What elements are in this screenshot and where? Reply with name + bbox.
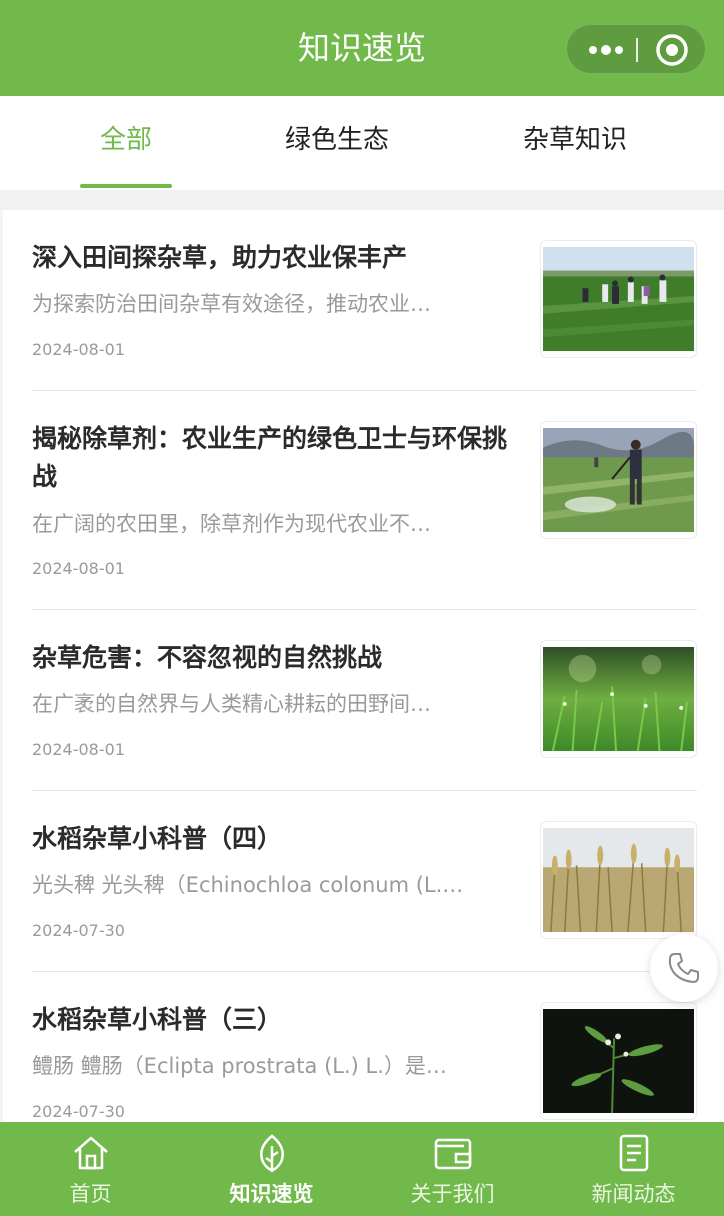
article-item[interactable]: 揭秘除草剂：农业生产的绿色卫士与环保挑战 在广阔的农田里，除草剂作为现代农业不…… — [32, 391, 697, 610]
article-date: 2024-07-30 — [32, 921, 125, 940]
close-miniprogram-icon[interactable] — [655, 33, 689, 67]
article-item[interactable]: 杂草危害：不容忽视的自然挑战 在广袤的自然界与人类精心耕耘的田野间… 2024-… — [32, 610, 697, 791]
bottom-tabbar: 首页 知识速览 关于我们 新闻动态 — [0, 1122, 724, 1216]
article-thumbnail — [540, 240, 697, 358]
article-date: 2024-08-01 — [32, 559, 125, 578]
home-icon — [74, 1136, 108, 1170]
article-title: 揭秘除草剂：农业生产的绿色卫士与环保挑战 — [32, 424, 508, 491]
article-thumbnail — [540, 1002, 697, 1120]
tabbar-item-about[interactable]: 关于我们 — [362, 1122, 543, 1216]
article-title: 深入田间探杂草，助力农业保丰产 — [32, 243, 408, 272]
article-title: 杂草危害：不容忽视的自然挑战 — [32, 643, 383, 672]
article-summary: 在广袤的自然界与人类精心耕耘的田野间… — [32, 692, 431, 716]
document-icon — [619, 1134, 649, 1172]
call-button[interactable] — [650, 934, 718, 1002]
wallet-icon — [434, 1138, 472, 1170]
article-item[interactable]: 水稻杂草小科普（三） 鳢肠 鳢肠（Eclipta prostrata (L.) … — [32, 972, 697, 1122]
capsule-divider — [636, 38, 638, 62]
article-date: 2024-08-01 — [32, 340, 125, 359]
tab-green-ecology[interactable]: 绿色生态 — [257, 96, 417, 190]
article-title: 水稻杂草小科普（三） — [32, 1005, 283, 1034]
article-thumbnail — [540, 821, 697, 939]
active-tab-indicator — [80, 184, 172, 188]
phone-icon — [668, 953, 699, 983]
category-tabs: 全部 绿色生态 杂草知识 — [0, 96, 724, 190]
tab-weed-knowledge[interactable]: 杂草知识 — [495, 96, 655, 190]
tabbar-label: 关于我们 — [410, 1182, 495, 1206]
tab-all[interactable]: 全部 — [46, 96, 206, 190]
tabbar-item-news[interactable]: 新闻动态 — [543, 1122, 724, 1216]
article-list[interactable]: 深入田间探杂草，助力农业保丰产 为探索防治田间杂草有效途径，推动农业… 2024… — [0, 210, 724, 1122]
article-thumbnail — [540, 421, 697, 539]
article-title: 水稻杂草小科普（四） — [32, 824, 283, 853]
tabbar-label: 首页 — [69, 1182, 112, 1206]
article-date: 2024-08-01 — [32, 740, 125, 759]
tabbar-item-home[interactable]: 首页 — [0, 1122, 181, 1216]
tabbar-item-knowledge[interactable]: 知识速览 — [181, 1122, 362, 1216]
article-summary: 光头稗 光头稗（Echinochloa colonum (L.… — [32, 873, 464, 897]
article-summary: 为探索防治田间杂草有效途径，推动农业… — [32, 292, 431, 316]
leaf-icon — [260, 1134, 284, 1172]
article-summary: 在广阔的农田里，除草剂作为现代农业不… — [32, 512, 431, 536]
article-date: 2024-07-30 — [32, 1102, 125, 1121]
section-gap — [0, 190, 724, 210]
article-item[interactable]: 水稻杂草小科普（四） 光头稗 光头稗（Echinochloa colonum (… — [32, 791, 697, 972]
more-dots-icon — [589, 45, 623, 55]
article-item[interactable]: 深入田间探杂草，助力农业保丰产 为探索防治田间杂草有效途径，推动农业… 2024… — [32, 210, 697, 391]
top-navbar: 知识速览 — [0, 0, 724, 96]
article-thumbnail — [540, 640, 697, 758]
miniprogram-capsule — [566, 24, 706, 74]
article-summary: 鳢肠 鳢肠（Eclipta prostrata (L.) L.）是… — [32, 1054, 447, 1078]
more-menu-button[interactable] — [581, 25, 631, 75]
tabbar-label: 知识速览 — [229, 1182, 314, 1206]
tabbar-label: 新闻动态 — [591, 1182, 676, 1206]
